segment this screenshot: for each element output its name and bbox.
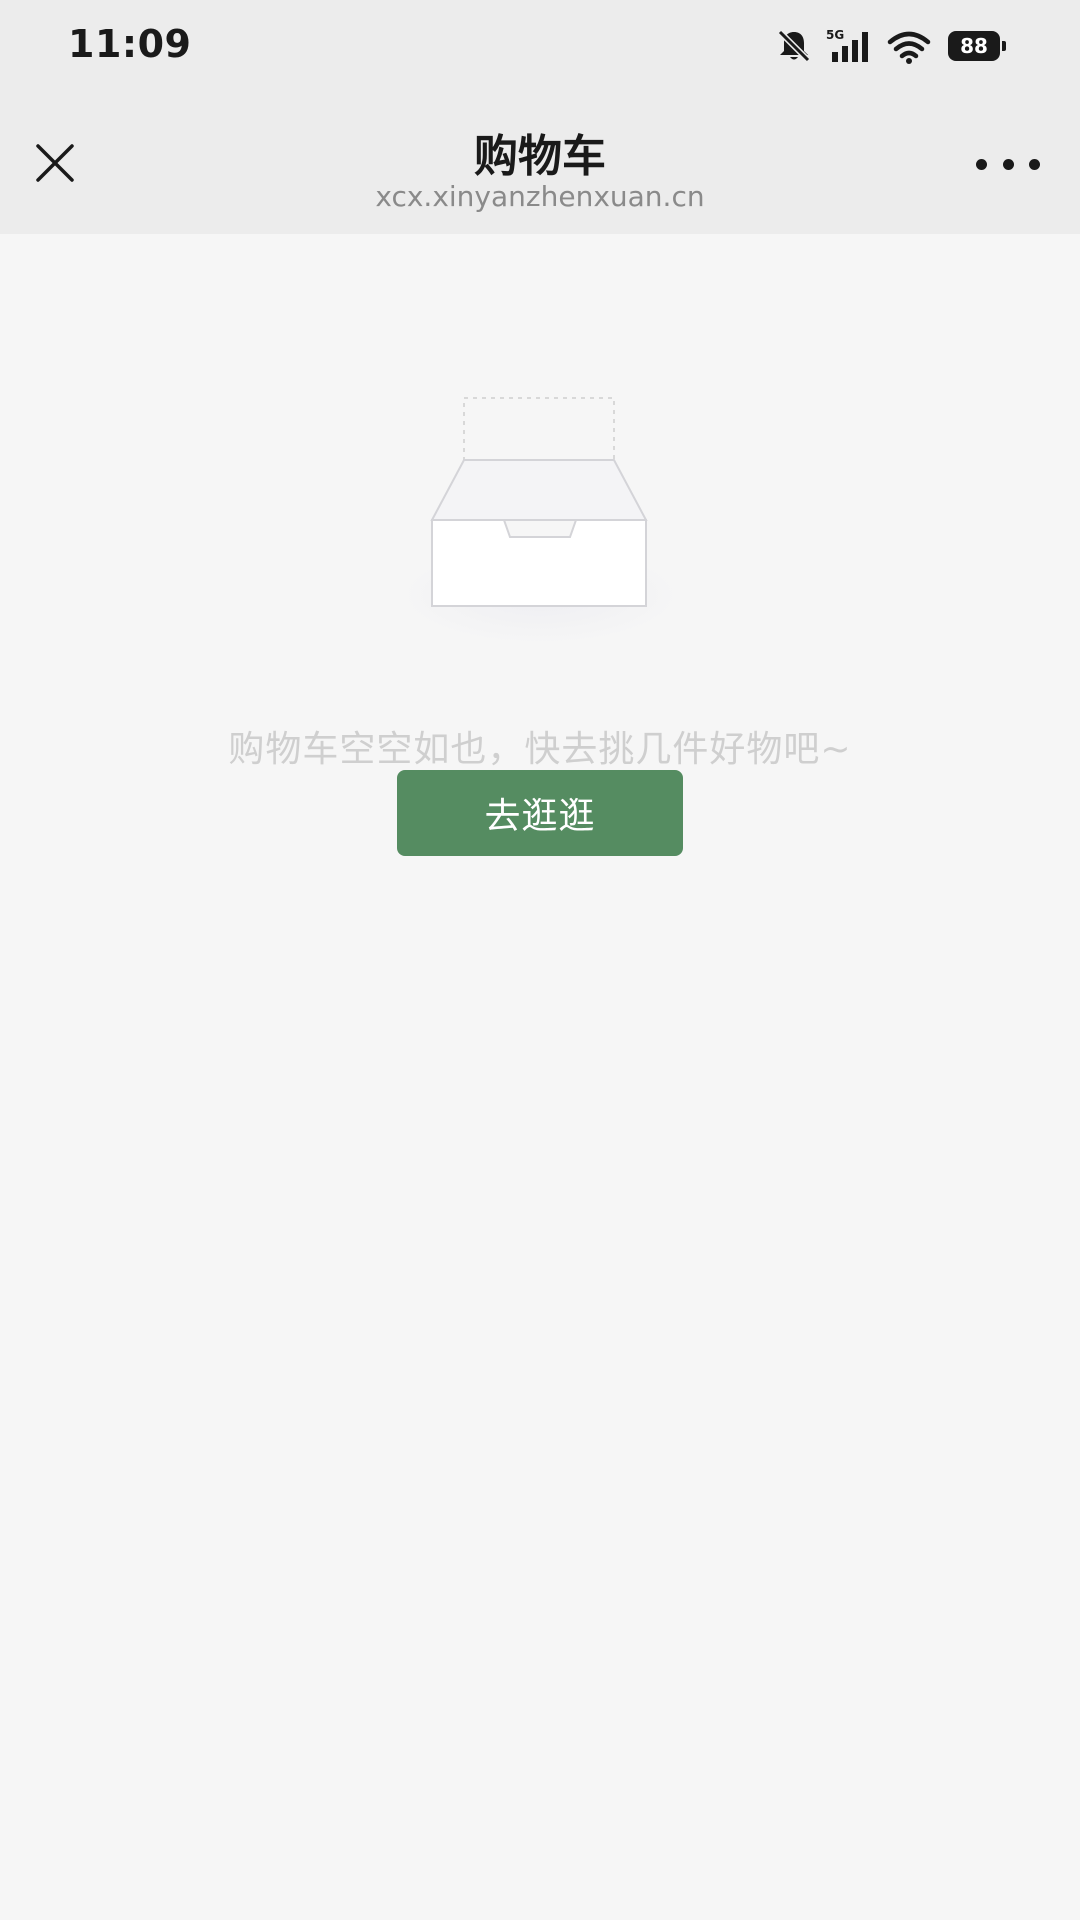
more-icon [976,158,987,170]
battery-level: 88 [960,34,988,58]
more-icon-dot [1029,158,1040,170]
status-time: 11:09 [68,22,192,66]
empty-box-icon [396,380,684,650]
cellular-signal-icon: 5G [824,26,876,66]
mute-bell-icon [774,26,814,66]
wifi-icon [886,26,932,66]
nav-bar: 购物车 xcx.xinyanzhenxuan.cn [0,92,1080,234]
screen: 11:09 5G 88 购物车 xcx.xinyanzhenxuan.cn 购物… [0,0,1080,1920]
empty-cart-message: 购物车空空如也，快去挑几件好物吧~ [228,729,852,770]
battery-icon: 88 [948,31,1006,61]
go-shopping-button[interactable]: 去逛逛 [397,770,683,856]
more-button[interactable] [976,144,1040,184]
network-label: 5G [826,28,844,42]
page-title: 购物车 [474,131,606,182]
status-icons: 5G 88 [774,24,1006,68]
page-url: xcx.xinyanzhenxuan.cn [375,180,705,213]
status-bar: 11:09 5G 88 [0,0,1080,92]
more-icon-dot [1002,158,1014,170]
